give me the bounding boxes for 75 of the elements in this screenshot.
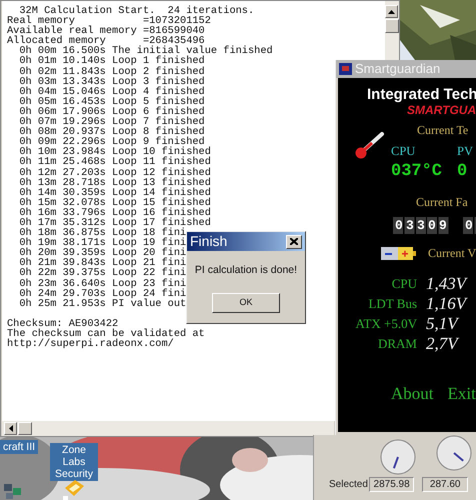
console-line: 0h 20m 39.359s Loop 20 fini (18, 248, 186, 258)
text-button[interactable]: Exit (448, 381, 476, 406)
close-icon (290, 238, 298, 245)
console-line: 0h 18m 36.875s Loop 18 fini (18, 228, 186, 238)
dialog-title: Finish (190, 232, 228, 251)
voltage-reading: 1,16V (426, 294, 466, 313)
console-line: 0h 07m 19.296s Loop 7 finished (18, 117, 205, 128)
console-line: 32M Calculation Start. 24 iterations. (19, 6, 254, 16)
console-line: 0h 21m 39.843s Loop 21 fini (18, 258, 186, 268)
brand-title: SMARTGUA (406, 103, 476, 117)
console-line: Allocated memory =268435496 (7, 36, 205, 46)
close-button[interactable] (286, 234, 302, 248)
icon-label[interactable]: craft III (0, 440, 38, 454)
ok-button[interactable]: OK (212, 292, 280, 313)
voltage-reading: 5,1V (426, 314, 458, 333)
console-line: 0h 24m 29.703s Loop 24 fini (18, 288, 186, 299)
console-line: Real memory =1073201152 (7, 16, 211, 26)
section-title: Current Te (416, 123, 470, 138)
console-line: 0h 05m 16.453s Loop 5 finished (18, 96, 205, 107)
console-line: 0h 12m 27.203s Loop 12 finished (18, 168, 211, 178)
console-line: 0h 11m 25.468s Loop 11 finished (18, 157, 211, 168)
voltage-label: CPU (392, 276, 417, 292)
scrollbar-thumb[interactable] (18, 422, 32, 435)
console-line: 0h 23m 36.640s Loop 23 fini (18, 278, 186, 289)
console-line: 0h 16m 33.796s Loop 16 finished (18, 208, 211, 218)
console-line: 0h 00m 16.500s The initial value finished (18, 46, 273, 56)
console-line: 0h 15m 32.078s Loop 15 finished (18, 198, 211, 208)
field-label: Selected (329, 478, 369, 492)
value-field: 2875.98 (368, 477, 414, 492)
console-line: 0h 02m 11.843s Loop 2 finished (18, 66, 205, 77)
console-line: 0h 14m 30.359s Loop 14 finished (18, 188, 211, 198)
left-arrow-icon (8, 425, 12, 432)
console-line: 0h 13m 28.718s Loop 13 finished (18, 178, 211, 188)
window-title: Smartguardian (355, 60, 440, 78)
scrollbar-thumb[interactable] (385, 19, 399, 33)
text-button[interactable]: About (391, 381, 434, 406)
gauge-icon (380, 439, 416, 475)
folder-icon[interactable] (63, 480, 85, 500)
console-line: 0h 03m 13.343s Loop 3 finished (18, 76, 205, 87)
voltage-label: ATX +5.0V (356, 316, 417, 332)
scroll-up-button[interactable] (385, 5, 398, 18)
console-line: 0h 10m 23.984s Loop 10 finished (18, 147, 211, 158)
console-line: 0h 09m 22.296s Loop 9 finished (18, 137, 205, 148)
console-line: Checksum: AE903422 (7, 318, 118, 329)
voltage-label: LDT Bus (368, 296, 417, 312)
fan-reading: 03309 (393, 217, 450, 234)
console-line: The checksum can be validated at (7, 329, 205, 340)
battery-icon (381, 247, 416, 260)
thermometer-icon (354, 131, 386, 159)
temperature-reading: 037°C (391, 162, 442, 181)
sensor-label: PV (457, 144, 473, 158)
console-line: Available real memory =816599040 (7, 26, 205, 36)
voltage-reading: 1,43V (426, 274, 466, 293)
temperature-reading: 0 (457, 162, 468, 181)
sensor-label: CPU (391, 144, 416, 158)
section-title: Current V (428, 246, 476, 261)
console-line: 0h 19m 38.171s Loop 19 fini (18, 238, 186, 248)
console-line: 0h 06m 17.906s Loop 6 finished (18, 106, 205, 118)
console-line: http://superpi.radeonx.com/ (7, 339, 174, 350)
dialog-message: PI calculation is done! (194, 263, 298, 278)
console-line: 0h 08m 20.937s Loop 8 finished (18, 127, 205, 138)
voltage-label: DRAM (378, 336, 417, 352)
console-line: 0h 01m 10.140s Loop 1 finished (18, 56, 205, 67)
up-arrow-icon (388, 10, 395, 14)
icon-label[interactable]: Zone Labs Security (50, 443, 98, 481)
voltage-reading: 2,7V (426, 334, 458, 353)
console-line: 0h 22m 39.375s Loop 22 fini (18, 268, 186, 279)
console-line: 0h 17m 35.312s Loop 17 finished (18, 218, 211, 228)
fan-reading: 0 (463, 217, 476, 234)
scroll-left-button[interactable] (4, 422, 17, 435)
section-title: Current Fa (415, 195, 469, 210)
console-line: 0h 25m 21.953s PI value out (18, 298, 186, 309)
app-icon (339, 63, 352, 75)
console-line: 0h 04m 15.046s Loop 4 finished (18, 86, 205, 97)
value-field: 287.60 (422, 477, 468, 492)
